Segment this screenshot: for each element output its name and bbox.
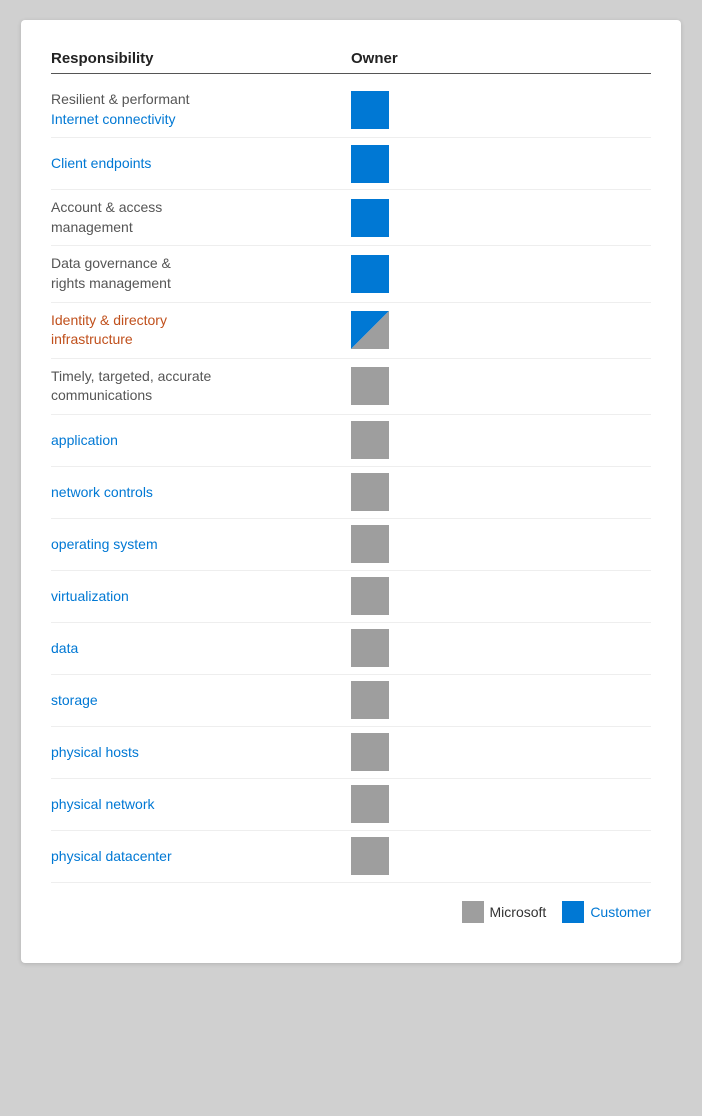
row-label-physical-network: physical network: [51, 787, 351, 823]
owner-cell-identity-directory: [351, 311, 389, 349]
owner-cell-timely-comms: [351, 367, 389, 405]
table-row: Account & accessmanagement: [51, 190, 651, 246]
owner-cell-data: [351, 629, 389, 667]
row-label-identity-directory: Identity & directoryinfrastructure: [51, 303, 351, 358]
row-label-data: data: [51, 631, 351, 667]
owner-cell-network-controls: [351, 473, 389, 511]
row-label-network-controls: network controls: [51, 475, 351, 511]
table-row: Timely, targeted, accuratecommunications: [51, 359, 651, 415]
owner-box-split: [351, 311, 389, 349]
owner-box-microsoft: [351, 525, 389, 563]
table-row: physical hosts: [51, 727, 651, 779]
owner-cell-operating-system: [351, 525, 389, 563]
owner-box-microsoft: [351, 733, 389, 771]
owner-box-microsoft: [351, 421, 389, 459]
table-row: physical datacenter: [51, 831, 651, 883]
table-row: operating system: [51, 519, 651, 571]
owner-cell-physical-hosts: [351, 733, 389, 771]
owner-cell-client-endpoints: [351, 145, 389, 183]
owner-box-microsoft: [351, 681, 389, 719]
responsibility-header: Responsibility: [51, 50, 351, 67]
row-label-physical-datacenter: physical datacenter: [51, 839, 351, 875]
owner-cell-internet-connectivity: [351, 91, 389, 129]
owner-header: Owner: [351, 50, 651, 67]
row-label-timely-comms: Timely, targeted, accuratecommunications: [51, 359, 351, 414]
owner-box-microsoft: [351, 837, 389, 875]
owner-box-customer: [351, 145, 389, 183]
owner-box-microsoft: [351, 785, 389, 823]
owner-box-microsoft: [351, 577, 389, 615]
row-label-application: application: [51, 423, 351, 459]
legend-microsoft-box: [462, 901, 484, 923]
table-row: application: [51, 415, 651, 467]
row-label-virtualization: virtualization: [51, 579, 351, 615]
table-row: Identity & directoryinfrastructure: [51, 303, 651, 359]
table-row: physical network: [51, 779, 651, 831]
table-row: Data governance &rights management: [51, 246, 651, 302]
table-row: virtualization: [51, 571, 651, 623]
owner-box-microsoft: [351, 473, 389, 511]
row-label-internet-connectivity: Resilient & performantInternet connectiv…: [51, 82, 351, 137]
owner-cell-physical-datacenter: [351, 837, 389, 875]
row-label-data-governance: Data governance &rights management: [51, 246, 351, 301]
owner-cell-account-access: [351, 199, 389, 237]
legend-microsoft: Microsoft: [462, 901, 547, 923]
table-row: storage: [51, 675, 651, 727]
owner-cell-storage: [351, 681, 389, 719]
table-row: data: [51, 623, 651, 675]
owner-box-customer: [351, 199, 389, 237]
table-row: Client endpoints: [51, 138, 651, 190]
legend-customer: Customer: [562, 901, 651, 923]
row-label-storage: storage: [51, 683, 351, 719]
rows-container: Resilient & performantInternet connectiv…: [51, 82, 651, 883]
owner-cell-physical-network: [351, 785, 389, 823]
row-label-physical-hosts: physical hosts: [51, 735, 351, 771]
owner-cell-application: [351, 421, 389, 459]
row-label-operating-system: operating system: [51, 527, 351, 563]
owner-box-customer: [351, 91, 389, 129]
main-card: Responsibility Owner Resilient & perform…: [21, 20, 681, 963]
owner-box-microsoft: [351, 367, 389, 405]
legend-customer-box: [562, 901, 584, 923]
legend: Microsoft Customer: [51, 901, 651, 923]
owner-box-microsoft: [351, 629, 389, 667]
owner-box-customer: [351, 255, 389, 293]
owner-cell-data-governance: [351, 255, 389, 293]
legend-microsoft-label: Microsoft: [490, 904, 547, 920]
row-label-account-access: Account & accessmanagement: [51, 190, 351, 245]
legend-customer-label: Customer: [590, 904, 651, 920]
table-header: Responsibility Owner: [51, 50, 651, 74]
owner-cell-virtualization: [351, 577, 389, 615]
row-label-client-endpoints: Client endpoints: [51, 146, 351, 182]
table-row: network controls: [51, 467, 651, 519]
table-row: Resilient & performantInternet connectiv…: [51, 82, 651, 138]
